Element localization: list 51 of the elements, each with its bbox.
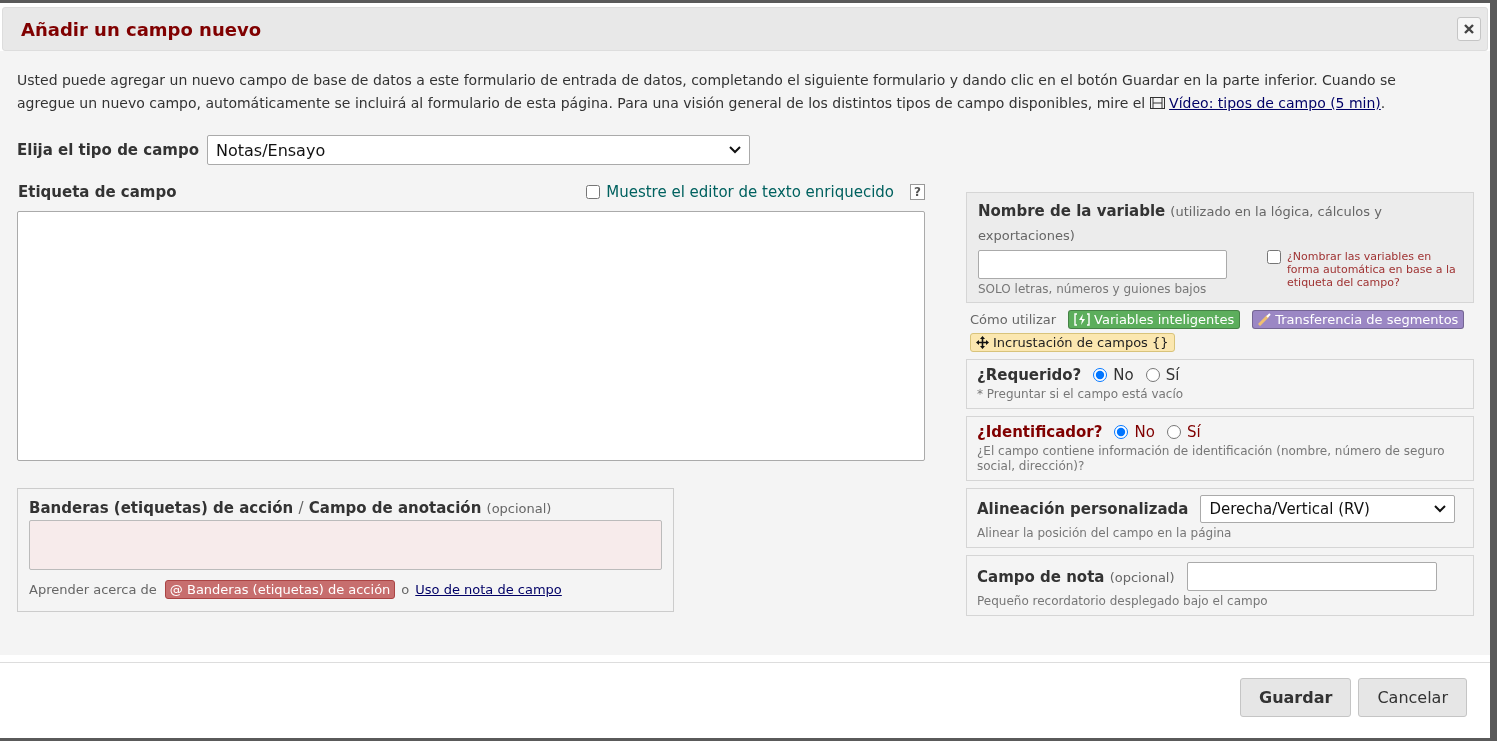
cancel-button[interactable]: Cancelar <box>1358 678 1467 717</box>
field-type-select[interactable]: Notas/Ensayo <box>206 135 750 165</box>
field-note-link[interactable]: Uso de nota de campo <box>415 582 562 597</box>
bolt-icon <box>1074 313 1091 326</box>
or-label: o <box>401 582 410 597</box>
radio-button[interactable] <box>1145 368 1160 382</box>
learn-label: Aprender acerca de <box>29 582 157 597</box>
required-hint: * Preguntar si el campo está vacío <box>977 387 1185 402</box>
option-label: No <box>1134 423 1155 441</box>
option-label: No <box>1113 366 1134 384</box>
field-label-textarea[interactable] <box>17 211 925 461</box>
field-note-input[interactable] <box>1186 562 1437 591</box>
checkbox[interactable] <box>1267 250 1281 264</box>
move-icon <box>976 336 989 349</box>
variable-name-input[interactable] <box>978 250 1227 279</box>
rich-editor-label: Muestre el editor de texto enriquecido <box>606 183 895 201</box>
variable-hint: SOLO letras, números y guiones bajos <box>978 282 1208 297</box>
identifier-hint: ¿El campo contiene información de identificación (nombre, número de seguro social, dirección)? <box>977 444 1446 474</box>
required-label: ¿Requerido? <box>977 366 1082 384</box>
radio-button[interactable] <box>1093 368 1108 382</box>
alignment-hint: Alinear la posición del campo en la página <box>977 526 1233 541</box>
intro-paragraph: Usted puede agregar un nuevo campo de base de datos a este formulario de entrada de datos, completando el siguiente formulario y dando clic en el botón Guardar en la parte inferior. Cuando se agregue un nuevo campo, automáticamente se incluirá al formulario de esta página. Para una visión general de los distintos tipos de campo disponibles, mire el Vídeo: tipos de campo (5 min). <box>17 71 1397 113</box>
action-tags-heading: Banderas (etiquetas) de acción / Campo de anotación (opcional) <box>29 499 552 517</box>
dialog-title: Añadir un campo nuevo <box>21 18 261 40</box>
field-label-heading: Etiqueta de campo <box>18 183 177 201</box>
field-note-hint: Pequeño recordatorio desplegado bajo el campo <box>977 594 1269 609</box>
close-button[interactable] <box>1457 17 1481 41</box>
radio-button[interactable] <box>1114 425 1129 439</box>
close-icon <box>1464 24 1474 34</box>
alignment-select[interactable]: Derecha/Vertical (RV) <box>1200 495 1456 523</box>
caret-icon <box>1434 505 1447 513</box>
alignment-label: Alineación personalizada <box>977 500 1189 518</box>
action-tags-field[interactable] <box>29 520 662 570</box>
caret-icon <box>728 146 741 154</box>
how-to-label: Cómo utilizar <box>970 312 1057 327</box>
option-label: Sí <box>1165 366 1180 384</box>
help-button[interactable]: ? <box>910 184 925 200</box>
action-tags-link[interactable]: @ Banderas (etiquetas) de acción <box>164 580 396 599</box>
radio-button[interactable] <box>1166 425 1181 439</box>
field-type-label: Elija el tipo de campo <box>17 141 199 159</box>
variable-heading: Nombre de la variable (utilizado en la lógica, cálculos y exportaciones) <box>978 201 1383 245</box>
checkbox[interactable] <box>586 185 601 199</box>
auto-name-label: ¿Nombrar las variables en forma automática en base a la etiqueta del campo? <box>1287 250 1457 289</box>
help-badge[interactable]: Incrustación de campos {} <box>970 333 1175 352</box>
option-label: Sí <box>1186 423 1201 441</box>
pipe-icon <box>1258 313 1272 326</box>
film-icon <box>1149 97 1165 109</box>
field-note-label: Campo de nota (opcional) <box>977 567 1175 586</box>
video-link[interactable]: Vídeo: tipos de campo (5 min) <box>1169 95 1381 111</box>
save-button[interactable]: Guardar <box>1240 678 1352 717</box>
identifier-label: ¿Identificador? <box>977 423 1103 441</box>
